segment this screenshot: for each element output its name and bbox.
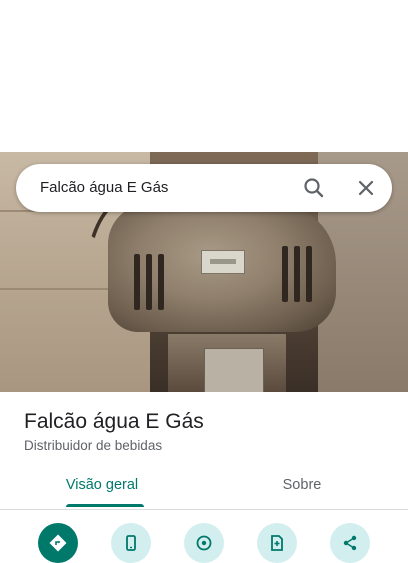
tab-selected-indicator <box>66 504 144 507</box>
photo-vent <box>294 246 300 302</box>
map-blank-area <box>0 0 408 152</box>
place-category[interactable]: Distribuidor de bebidas <box>24 438 162 453</box>
place-name: Falcão água E Gás <box>24 410 204 433</box>
photo-vent <box>306 246 312 302</box>
phone-icon <box>126 535 136 551</box>
directions-button[interactable] <box>38 523 78 563</box>
location-icon <box>196 535 212 551</box>
photo-vent <box>134 254 140 310</box>
share-button[interactable] <box>330 523 370 563</box>
close-icon[interactable] <box>352 174 380 202</box>
search-query[interactable]: Falcão água E Gás <box>40 179 168 196</box>
search-icon[interactable] <box>300 174 328 202</box>
save-icon <box>271 535 283 551</box>
photo-vent <box>146 254 152 310</box>
share-icon <box>343 535 357 551</box>
photo-vent <box>282 246 288 302</box>
search-bar[interactable]: Falcão água E Gás <box>16 164 392 212</box>
photo-junction-box <box>204 348 264 392</box>
photo-vent <box>158 254 164 310</box>
save-button[interactable] <box>257 523 297 563</box>
tab-bar: Visão geral Sobre <box>0 466 408 510</box>
nearby-button[interactable] <box>184 523 224 563</box>
photo-label-plate <box>201 250 245 274</box>
directions-icon <box>49 534 67 552</box>
tab-about[interactable]: Sobre <box>200 466 404 509</box>
tab-overview[interactable]: Visão geral <box>0 466 204 509</box>
call-button[interactable] <box>111 523 151 563</box>
